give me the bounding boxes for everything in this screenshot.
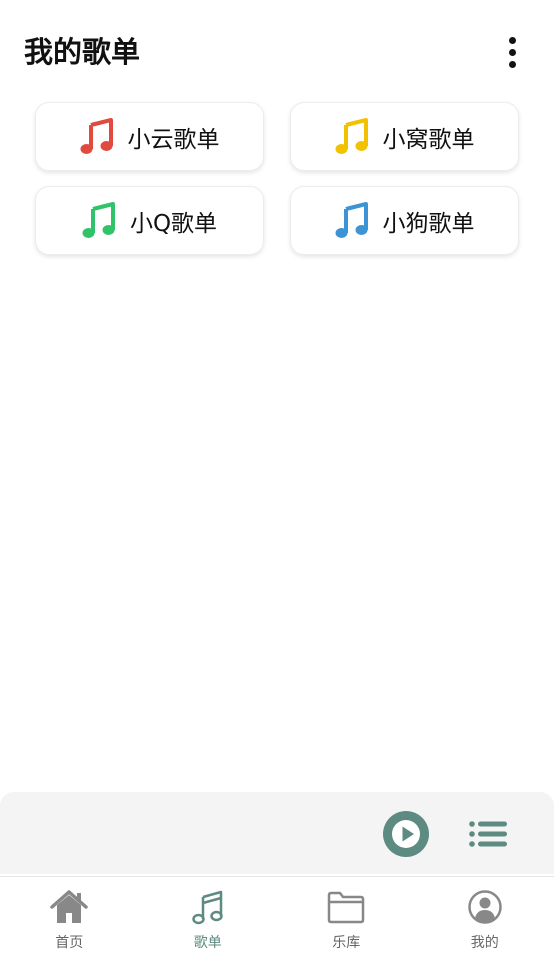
tab-label: 乐库 bbox=[332, 935, 361, 951]
playlist-label: 小窝歌单 bbox=[382, 126, 475, 153]
tab-library[interactable]: 乐库 bbox=[277, 877, 416, 953]
tab-label: 首页 bbox=[55, 935, 84, 951]
home-icon bbox=[50, 890, 88, 923]
playlist-card-1[interactable]: 小窝歌单 bbox=[290, 102, 519, 171]
music-note-icon bbox=[82, 201, 115, 238]
more-options-button[interactable] bbox=[496, 30, 528, 74]
page-title: 我的歌单 bbox=[24, 35, 141, 69]
playlist-card-0[interactable]: 小云歌单 bbox=[35, 102, 264, 171]
playlist-grid: 小云歌单 小窝歌单 小Q歌单 小狗歌单 bbox=[35, 102, 519, 255]
user-icon bbox=[468, 890, 502, 924]
header: 我的歌单 bbox=[0, 0, 554, 100]
playlist-label: 小狗歌单 bbox=[382, 210, 475, 237]
music-note-icon bbox=[192, 890, 223, 925]
playlist-card-2[interactable]: 小Q歌单 bbox=[35, 186, 264, 255]
play-button[interactable] bbox=[383, 811, 429, 857]
tab-label: 歌单 bbox=[193, 935, 222, 951]
playlist-label: 小云歌单 bbox=[127, 126, 220, 153]
more-dot bbox=[508, 48, 516, 56]
folder-icon bbox=[328, 891, 365, 924]
playlist-card-3[interactable]: 小狗歌单 bbox=[290, 186, 519, 255]
play-icon bbox=[392, 820, 420, 848]
more-dot bbox=[508, 60, 516, 68]
music-note-icon bbox=[335, 201, 368, 238]
playlist-queue-button[interactable] bbox=[467, 812, 511, 856]
playlist-queue-icon bbox=[469, 821, 507, 847]
tab-home[interactable]: 首页 bbox=[0, 877, 139, 953]
mini-player bbox=[0, 792, 554, 874]
more-dot bbox=[508, 36, 516, 44]
bottom-tab-bar: 首页 歌单 乐库 我的 bbox=[0, 876, 554, 953]
music-note-icon bbox=[335, 117, 368, 154]
tab-me[interactable]: 我的 bbox=[416, 877, 554, 953]
tab-playlists[interactable]: 歌单 bbox=[139, 877, 278, 953]
app-root: 我的歌单 小云歌单 小窝歌单 小Q歌单 小狗歌单 首页 歌单 乐库 我的 bbox=[0, 0, 554, 953]
music-note-icon bbox=[80, 117, 113, 154]
tab-label: 我的 bbox=[470, 935, 499, 951]
playlist-label: 小Q歌单 bbox=[129, 210, 218, 237]
